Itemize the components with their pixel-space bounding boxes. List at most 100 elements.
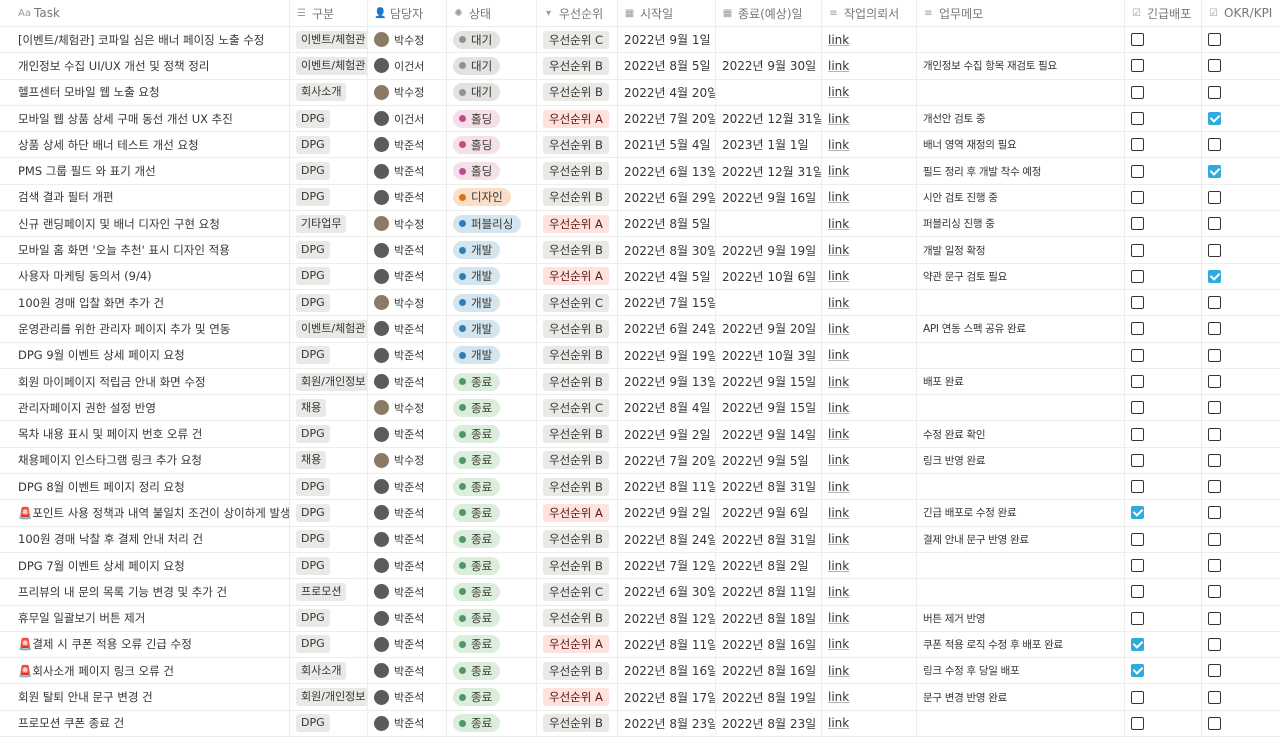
work-request-link[interactable]: link xyxy=(828,243,849,257)
urgent-deploy-checkbox[interactable] xyxy=(1131,585,1144,599)
work-request-link[interactable]: link xyxy=(828,112,849,126)
urgent-deploy-cell[interactable] xyxy=(1125,579,1202,605)
urgent-deploy-cell[interactable] xyxy=(1125,342,1202,368)
priority-cell[interactable]: 우선순위 B xyxy=(537,184,618,211)
category-cell[interactable]: DPG xyxy=(290,158,368,184)
urgent-deploy-checkbox[interactable] xyxy=(1131,375,1144,388)
work-request-cell[interactable]: link xyxy=(822,316,917,342)
memo-cell[interactable]: 문구 변경 반영 완료 xyxy=(917,684,1125,710)
status-cell[interactable]: 퍼블리싱 xyxy=(447,211,537,237)
status-cell[interactable]: 종료 xyxy=(447,631,537,658)
urgent-deploy-cell[interactable] xyxy=(1125,184,1202,211)
task-cell[interactable]: DPG 8월 이벤트 페이지 정리 요청 xyxy=(0,474,290,500)
task-cell[interactable]: DPG 7월 이벤트 상세 페이지 요청 xyxy=(0,552,290,579)
priority-cell[interactable]: 우선순위 B xyxy=(537,368,618,395)
end-date-cell[interactable]: 2022년 8월 31일 xyxy=(716,526,822,552)
urgent-deploy-checkbox[interactable] xyxy=(1131,138,1144,152)
work-request-link[interactable]: link xyxy=(828,375,849,389)
end-date-cell[interactable]: 2022년 8월 2일 xyxy=(716,552,822,579)
work-request-link[interactable]: link xyxy=(828,322,849,336)
status-cell[interactable]: 홀딩 xyxy=(447,158,537,184)
work-request-cell[interactable]: link xyxy=(822,342,917,368)
table-row[interactable]: 개인정보 수집 UI/UX 개선 및 정책 정리 이벤트/체험관 이건서 대기 우선순위… xyxy=(0,53,1280,80)
task-cell[interactable]: 검색 결과 필터 개편 xyxy=(0,184,290,211)
work-request-cell[interactable]: link xyxy=(822,158,917,184)
urgent-deploy-cell[interactable] xyxy=(1125,27,1202,53)
memo-cell[interactable]: 결제 안내 문구 반영 완료 xyxy=(917,526,1125,552)
table-row[interactable]: 사용자 마케팅 동의서 (9/4) DPG 박준석 개발 우선순위 A 2022년 4월 … xyxy=(0,263,1280,290)
end-date-cell[interactable]: 2022년 8월 18일 xyxy=(716,605,822,631)
task-title[interactable]: DPG 7월 이벤트 상세 페이지 요청 xyxy=(18,558,185,574)
okr-kpi-cell[interactable] xyxy=(1202,80,1280,105)
priority-cell[interactable]: 우선순위 B xyxy=(537,710,618,737)
start-date-cell[interactable]: 2022년 8월 17일 xyxy=(618,684,716,710)
work-request-cell[interactable]: link xyxy=(822,579,917,605)
urgent-deploy-cell[interactable] xyxy=(1125,631,1202,658)
task-cell[interactable]: 🚨회사소개 페이지 링크 오류 건 xyxy=(0,658,290,684)
priority-cell[interactable]: 우선순위 A xyxy=(537,500,618,526)
urgent-deploy-checkbox[interactable] xyxy=(1131,480,1144,494)
task-title[interactable]: 검색 결과 필터 개편 xyxy=(18,189,114,205)
work-request-link[interactable]: link xyxy=(828,427,849,441)
priority-cell[interactable]: 우선순위 A xyxy=(537,631,618,658)
urgent-deploy-checkbox[interactable] xyxy=(1131,85,1144,99)
column-header-task[interactable]: Aa Task xyxy=(0,0,290,26)
work-request-cell[interactable]: link xyxy=(822,658,917,684)
okr-kpi-cell[interactable] xyxy=(1202,500,1280,525)
end-date-cell[interactable]: 2022년 8월 23일 xyxy=(716,710,822,737)
start-date-cell[interactable]: 2022년 6월 29일 xyxy=(618,184,716,211)
category-cell[interactable]: DPG xyxy=(290,526,368,552)
status-cell[interactable]: 종료 xyxy=(447,500,537,526)
owner-cell[interactable]: 박준석 xyxy=(368,237,447,263)
task-cell[interactable]: 모바일 홈 화면 '오늘 추천' 표시 디자인 적용 xyxy=(0,237,290,263)
urgent-deploy-cell[interactable] xyxy=(1125,263,1202,289)
work-request-cell[interactable]: link xyxy=(822,631,917,658)
urgent-deploy-checkbox[interactable] xyxy=(1131,164,1144,178)
okr-kpi-checkbox[interactable] xyxy=(1208,585,1221,599)
status-cell[interactable]: 종료 xyxy=(447,605,537,631)
task-cell[interactable]: 회원 탈퇴 안내 문구 변경 건 xyxy=(0,684,290,710)
column-header-cat[interactable]: ☰ 구분 xyxy=(290,0,368,26)
memo-cell[interactable]: 쿠폰 적용 로직 수정 후 배포 완료 xyxy=(917,631,1125,658)
category-cell[interactable]: 이벤트/체험관 xyxy=(290,27,368,53)
task-cell[interactable]: 휴무일 일괄보기 버튼 제거 xyxy=(0,605,290,631)
task-cell[interactable]: 프로모션 쿠폰 종료 건 xyxy=(0,710,290,737)
work-request-cell[interactable]: link xyxy=(822,132,917,158)
priority-cell[interactable]: 우선순위 B xyxy=(537,237,618,263)
okr-kpi-cell[interactable] xyxy=(1202,316,1280,341)
owner-cell[interactable]: 박준석 xyxy=(368,552,447,579)
urgent-deploy-cell[interactable] xyxy=(1125,237,1202,263)
memo-cell[interactable]: 개인정보 수집 항목 재검토 필요 xyxy=(917,53,1125,79)
work-request-link[interactable]: link xyxy=(828,33,849,47)
okr-kpi-checkbox[interactable] xyxy=(1208,296,1221,310)
start-date-cell[interactable]: 2022년 8월 11일 xyxy=(618,631,716,658)
urgent-deploy-checkbox[interactable] xyxy=(1131,269,1144,283)
okr-kpi-cell[interactable] xyxy=(1202,711,1280,736)
urgent-deploy-checkbox[interactable] xyxy=(1131,453,1144,467)
end-date-cell[interactable]: 2022년 12월 31일 xyxy=(716,158,822,184)
work-request-cell[interactable]: link xyxy=(822,211,917,237)
work-request-link[interactable]: link xyxy=(828,585,849,599)
end-date-cell[interactable]: 2022년 9월 20일 xyxy=(716,316,822,342)
owner-cell[interactable]: 박수정 xyxy=(368,211,447,237)
status-cell[interactable]: 종료 xyxy=(447,552,537,579)
table-row[interactable]: 🚨포인트 사용 정책과 내역 불일치 조건이 상이하게 발생한 문제 DPG 박준석… xyxy=(0,500,1280,527)
work-request-link[interactable]: link xyxy=(828,690,849,704)
end-date-cell[interactable]: 2022년 9월 19일 xyxy=(716,237,822,263)
urgent-deploy-checkbox[interactable] xyxy=(1131,427,1144,441)
okr-kpi-cell[interactable] xyxy=(1202,474,1280,499)
task-title[interactable]: PMS 그룹 필드 와 표기 개선 xyxy=(18,163,156,179)
task-cell[interactable]: 헬프센터 모바일 웹 노출 요청 xyxy=(0,79,290,105)
okr-kpi-cell[interactable] xyxy=(1202,27,1280,52)
okr-kpi-checkbox[interactable] xyxy=(1208,664,1221,678)
column-header-memo[interactable]: ≡ 업무메모 xyxy=(917,0,1125,26)
okr-kpi-checkbox[interactable] xyxy=(1208,427,1221,441)
task-cell[interactable]: PMS 그룹 필드 와 표기 개선 xyxy=(0,158,290,184)
end-date-cell[interactable]: 2022년 10월 3일 xyxy=(716,342,822,368)
okr-kpi-cell[interactable] xyxy=(1202,237,1280,262)
owner-cell[interactable]: 박준석 xyxy=(368,316,447,342)
task-title[interactable]: DPG 9월 이벤트 상세 페이지 요청 xyxy=(18,347,185,363)
task-cell[interactable]: 100원 경매 낙찰 후 결제 안내 처리 건 xyxy=(0,526,290,552)
memo-cell[interactable] xyxy=(917,342,1125,368)
memo-cell[interactable] xyxy=(917,27,1125,53)
